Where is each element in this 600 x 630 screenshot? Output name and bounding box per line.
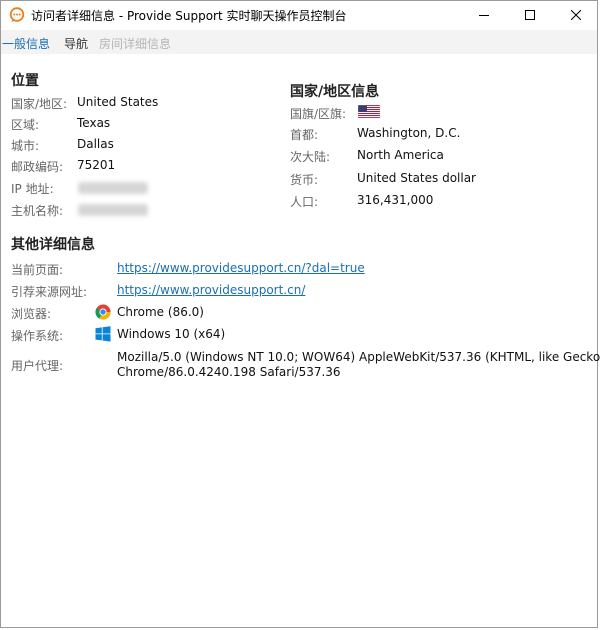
current-page-label: 当前页面: [11, 263, 64, 277]
referrer-label: 引荐来源网址: [11, 285, 88, 299]
chat-bubble-icon [9, 7, 25, 22]
windows-icon [95, 326, 111, 342]
city-value: Dallas [77, 137, 114, 151]
user-agent-line-2: Chrome/86.0.4240.198 Safari/537.36 [117, 365, 341, 379]
country-info-title: 国家/地区信息 [290, 84, 380, 100]
user-agent-label: 用户代理: [11, 359, 64, 373]
browser-value: Chrome (86.0) [117, 305, 204, 319]
tab-general-info[interactable]: 一般信息 [2, 35, 50, 52]
currency-value: United States dollar [357, 171, 476, 185]
tab-bar: 一般信息 导航 房间详细信息 [1, 30, 597, 54]
currency-label: 货币: [290, 173, 319, 187]
city-label: 城市: [11, 139, 40, 153]
minimize-icon [479, 15, 489, 16]
region-label: 区域: [11, 118, 40, 132]
tab-room-details: 房间详细信息 [99, 37, 172, 51]
population-label: 人口: [290, 195, 319, 209]
other-details-title: 其他详细信息 [11, 237, 95, 253]
country-label: 国家/地区: [11, 97, 68, 111]
window-title: 访问者详细信息 - Provide Support 实时聊天操作员控制台 [31, 9, 347, 23]
postal-code-value: 75201 [77, 158, 116, 172]
population-value: 316,431,000 [357, 193, 434, 207]
browser-label: 浏览器: [11, 307, 52, 321]
capital-label: 首都: [290, 128, 319, 142]
hostname-label: 主机名称: [11, 204, 64, 218]
minimize-button[interactable] [461, 1, 507, 29]
chrome-icon [95, 304, 111, 320]
current-page-link[interactable]: https://www.providesupport.cn/?dal=true [117, 261, 365, 275]
visitor-details-window: 访问者详细信息 - Provide Support 实时聊天操作员控制台 一般信… [0, 0, 600, 628]
country-value: United States [77, 95, 159, 109]
us-flag-icon [358, 105, 380, 118]
maximize-icon [525, 10, 535, 20]
close-icon [571, 10, 581, 20]
region-value: Texas [77, 116, 111, 130]
title-bar[interactable]: 访问者详细信息 - Provide Support 实时聊天操作员控制台 [1, 1, 597, 29]
continent-value: North America [357, 148, 444, 162]
postal-code-label: 邮政编码: [11, 160, 64, 174]
maximize-button[interactable] [507, 1, 553, 29]
referrer-link[interactable]: https://www.providesupport.cn/ [117, 283, 305, 297]
capital-value: Washington, D.C. [357, 126, 461, 140]
hostname-redacted [78, 204, 148, 216]
os-label: 操作系统: [11, 329, 64, 343]
user-agent-line-1: Mozilla/5.0 (Windows NT 10.0; WOW64) App… [117, 350, 600, 364]
tab-navigation[interactable]: 导航 [64, 35, 88, 52]
location-title: 位置 [11, 73, 39, 89]
flag-label: 国旗/区旗: [290, 107, 347, 121]
os-value: Windows 10 (x64) [117, 327, 226, 341]
continent-label: 次大陆: [290, 150, 331, 164]
close-button[interactable] [553, 1, 599, 29]
ip-address-label: IP 地址: [11, 182, 54, 196]
ip-address-redacted [78, 182, 148, 194]
